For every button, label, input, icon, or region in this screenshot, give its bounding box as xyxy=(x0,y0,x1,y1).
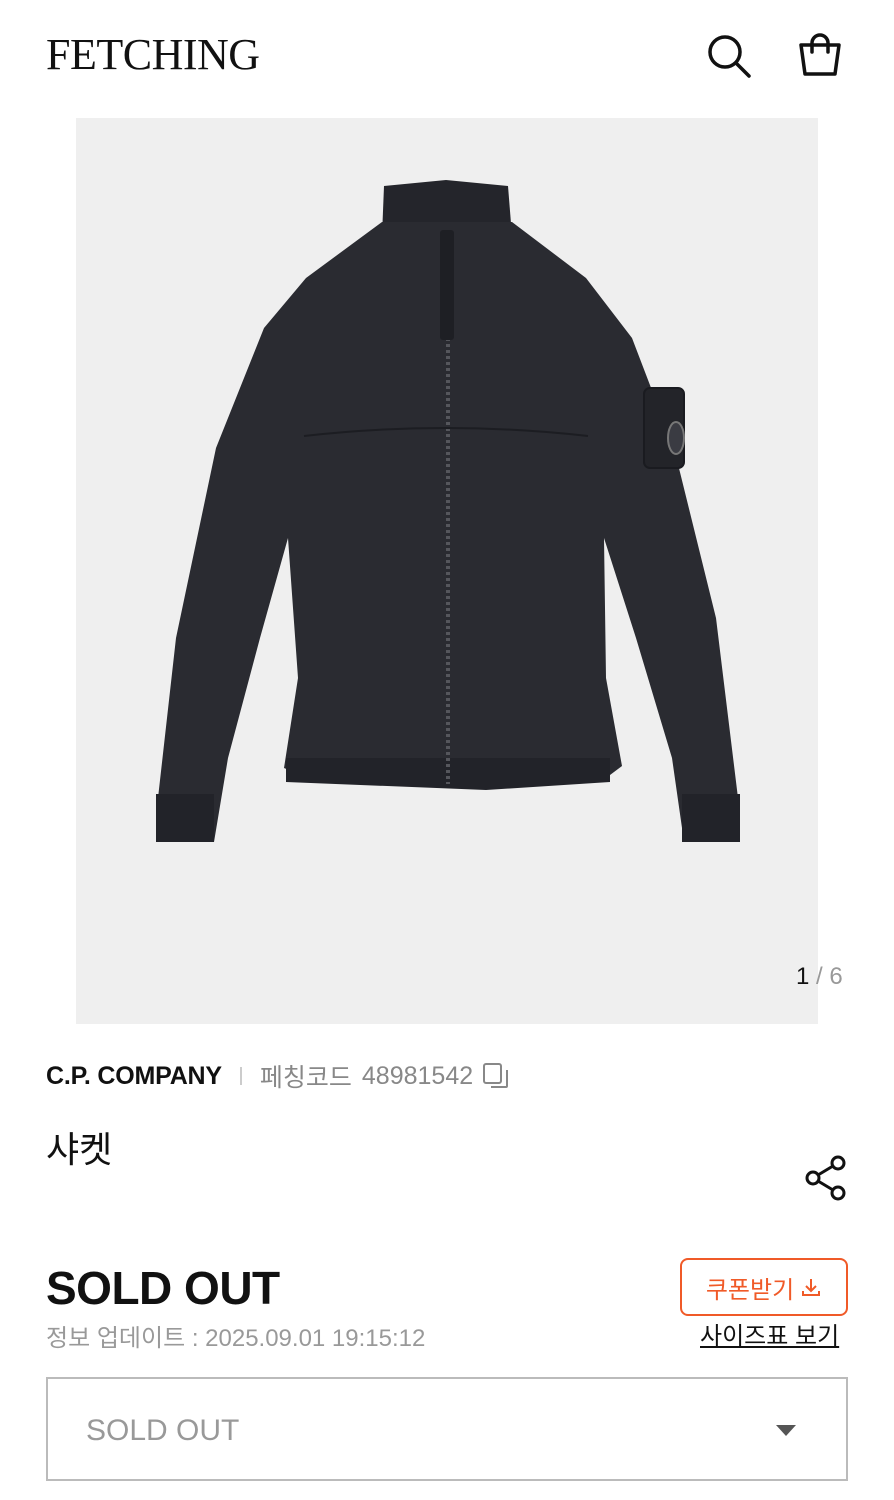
image-counter-separator: / xyxy=(809,963,830,990)
share-button[interactable] xyxy=(800,1152,852,1204)
fetching-code-value: 48981542 xyxy=(361,1061,474,1090)
get-coupon-button[interactable]: 쿠폰받기 xyxy=(680,1258,848,1316)
header: FETCHING xyxy=(0,0,894,110)
download-icon xyxy=(802,1279,821,1296)
copy-code-button[interactable] xyxy=(481,1061,511,1091)
info-updated-timestamp: 정보 업데이트 : 2025.09.01 19:15:12 xyxy=(46,1325,426,1352)
search-icon xyxy=(708,35,751,78)
image-counter-total: 6 xyxy=(829,963,843,990)
brand-name[interactable]: C.P. COMPANY xyxy=(46,1062,222,1091)
share-icon xyxy=(805,1155,846,1201)
stock-status: SOLD OUT xyxy=(46,1262,280,1314)
product-name: 샤켓 xyxy=(46,1129,113,1170)
shopping-bag-button[interactable] xyxy=(792,28,848,84)
product-meta: C.P. COMPANY 페칭코드 48981542 xyxy=(46,1058,511,1094)
option-select-value: SOLD OUT xyxy=(86,1414,240,1447)
image-counter: 1 / 6 xyxy=(796,962,843,992)
search-button[interactable] xyxy=(700,28,756,84)
fetching-code-label: 페칭코드 xyxy=(259,1064,352,1092)
copy-icon xyxy=(483,1063,509,1088)
caret-down-icon xyxy=(776,1425,796,1436)
jacket-image xyxy=(156,180,740,842)
logo[interactable]: FETCHING xyxy=(46,30,260,80)
divider xyxy=(239,1067,242,1085)
image-counter-current: 1 xyxy=(796,963,810,990)
option-select[interactable]: SOLD OUT xyxy=(46,1377,848,1481)
coupon-button-label: 쿠폰받기 xyxy=(705,1276,795,1304)
shopping-bag-icon xyxy=(799,33,841,76)
size-chart-link[interactable]: 사이즈표 보기 xyxy=(700,1322,839,1352)
product-image-gallery[interactable] xyxy=(76,118,818,1024)
